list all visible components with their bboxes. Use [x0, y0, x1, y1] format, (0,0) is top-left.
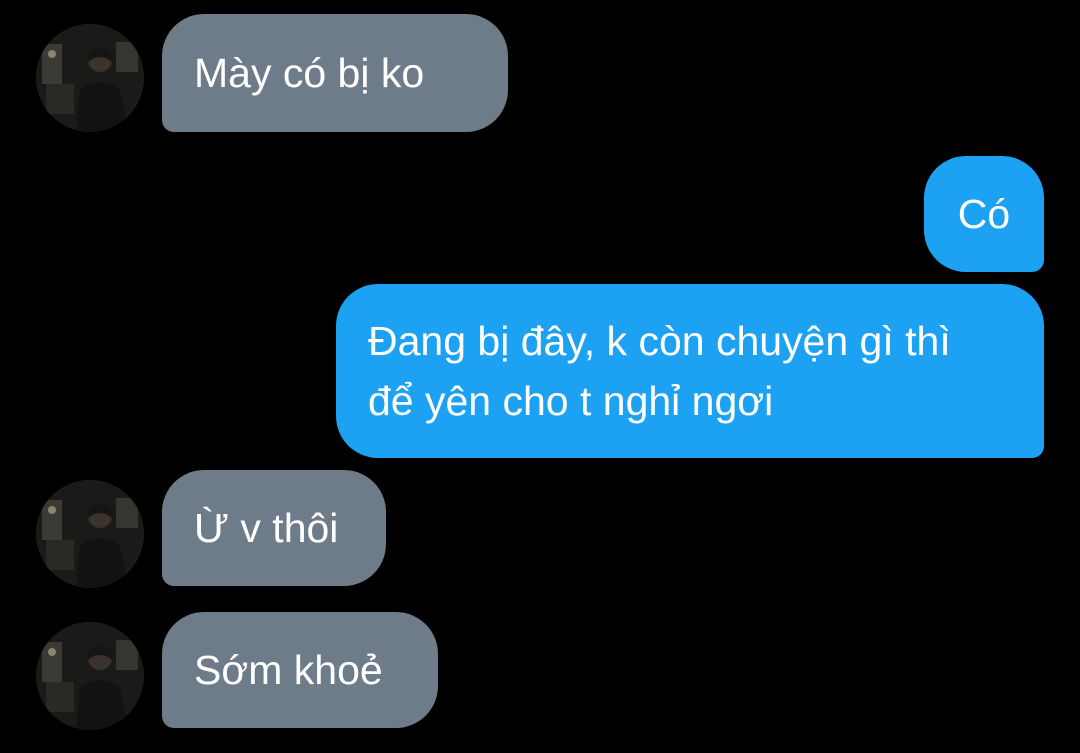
contact-avatar[interactable] — [36, 24, 144, 132]
message-text: Sớm khoẻ — [194, 647, 383, 693]
contact-avatar[interactable] — [36, 622, 144, 730]
message-text: Đang bị đây, k còn chuyện gì thì để yên … — [368, 318, 951, 424]
contact-avatar[interactable] — [36, 480, 144, 588]
contact-avatar-icon — [36, 622, 144, 730]
incoming-message-bubble[interactable]: Sớm khoẻ — [162, 612, 438, 728]
chat-thread: Mày có bị ko Có Đang bị đây, k còn chuyệ… — [0, 0, 1080, 753]
outgoing-message-bubble[interactable]: Có — [924, 156, 1044, 272]
incoming-message-bubble[interactable]: Mày có bị ko — [162, 14, 508, 132]
message-text: Mày có bị ko — [194, 50, 425, 96]
contact-avatar-icon — [36, 480, 144, 588]
message-text: Có — [957, 191, 1011, 237]
message-text: Ừ v thôi — [194, 505, 339, 551]
contact-avatar-icon — [36, 24, 144, 132]
outgoing-message-bubble[interactable]: Đang bị đây, k còn chuyện gì thì để yên … — [336, 284, 1044, 458]
incoming-message-bubble[interactable]: Ừ v thôi — [162, 470, 386, 586]
